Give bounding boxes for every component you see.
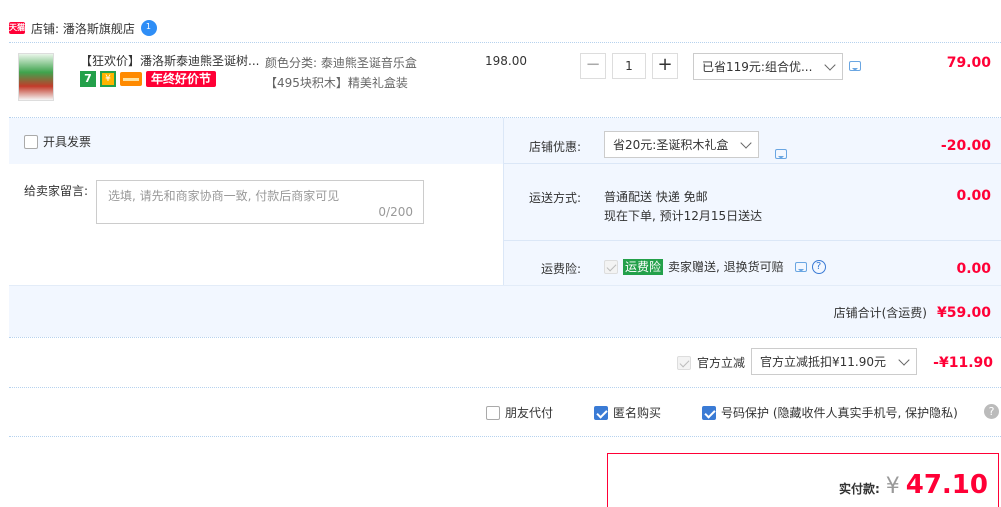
message-icon[interactable] <box>849 61 861 71</box>
store-discount-label: 店铺优惠: <box>529 140 582 154</box>
shipping-method: 普通配送 快递 免邮 <box>604 190 708 204</box>
invoice-checkbox[interactable] <box>24 134 38 149</box>
store-total-amount: ¥59.00 <box>936 305 991 321</box>
payment-label: 实付款: <box>838 482 880 496</box>
festival-badge: 年终好价节 <box>146 71 217 87</box>
increase-button[interactable]: + <box>652 53 678 79</box>
product-title-link[interactable]: 【狂欢价】潘洛斯泰迪熊圣诞树... <box>80 53 260 69</box>
number-protect-checkbox[interactable] <box>702 405 716 420</box>
shipping-amount: 0.00 <box>956 188 991 204</box>
divider <box>9 436 1001 437</box>
help-icon[interactable]: ? <box>984 404 999 419</box>
product-sku: 颜色分类: 泰迪熊圣诞音乐盒【495块积木】精美礼盒装 <box>265 56 417 90</box>
unit-price: 198.00 <box>485 54 527 68</box>
quantity-stepper: − 1 + <box>580 53 678 79</box>
message-placeholder: 选填, 请先和商家协商一致, 付款后商家可见 <box>108 189 340 203</box>
store-discount-select[interactable]: 省20元:圣诞积木礼盒 <box>604 131 759 158</box>
message-icon[interactable] <box>794 261 807 272</box>
anonymous-option[interactable]: 匿名购买 <box>594 404 661 421</box>
friend-pay-label: 朋友代付 <box>505 406 554 420</box>
shipping-eta: 现在下单, 预计12月15日送达 <box>604 209 763 223</box>
item-total: 79.00 <box>946 55 991 71</box>
insurance-amount: 0.00 <box>956 261 991 277</box>
divider <box>9 285 1001 286</box>
store-total: 店铺合计(含运费) ¥59.00 <box>834 304 991 321</box>
chevron-down-icon <box>824 58 836 71</box>
chevron-down-icon <box>898 353 910 366</box>
anonymous-label: 匿名购买 <box>613 406 662 420</box>
insurance-checkbox <box>604 259 618 274</box>
divider <box>504 240 1001 241</box>
product-thumbnail[interactable] <box>18 53 54 101</box>
store-header: 天猫 店铺: 潘洛斯旗舰店 1 <box>9 18 157 38</box>
store-total-label: 店铺合计(含运费) <box>833 306 927 320</box>
payment-summary: 实付款: ¥ 47.10 <box>607 453 999 507</box>
insurance-text: 卖家赠送, 退换货可赔 <box>668 260 784 274</box>
product-tags: 7 ¥ 年终好价节 <box>80 71 217 87</box>
shipping-info: 普通配送 快递 免邮 现在下单, 预计12月15日送达 <box>604 188 762 226</box>
official-discount-label: 官方立减 <box>697 356 746 370</box>
card-icon <box>120 72 142 86</box>
decrease-button[interactable]: − <box>580 53 606 79</box>
service-icon: ¥ <box>100 71 116 87</box>
divider <box>504 163 1001 164</box>
divider <box>503 118 504 285</box>
store-discount-value: 省20元:圣诞积木礼盒 <box>613 138 729 152</box>
divider <box>9 42 1001 43</box>
insurance-option: 运费险 卖家赠送, 退换货可赔 ? <box>604 258 826 275</box>
message-label: 给卖家留言: <box>24 184 89 198</box>
number-protect-label: 号码保护 (隐藏收件人真实手机号, 保护隐私) <box>721 406 958 420</box>
seven-day-return-icon: 7 <box>80 71 96 87</box>
divider <box>9 387 1001 388</box>
item-promo-value: 已省119元:组合优... <box>702 60 813 74</box>
official-discount-option: 官方立减 <box>677 354 745 371</box>
chat-icon[interactable]: 1 <box>140 20 157 36</box>
official-discount-select[interactable]: 官方立减抵扣¥11.90元 <box>751 348 917 375</box>
official-discount-checkbox <box>677 355 691 370</box>
payment-total: 实付款: ¥ 47.10 <box>839 470 988 500</box>
invoice-label: 开具发票 <box>43 135 92 149</box>
message-icon[interactable] <box>775 149 787 159</box>
official-discount-amount: -¥11.90 <box>933 355 993 371</box>
quantity-input[interactable]: 1 <box>612 53 646 79</box>
official-discount-value: 官方立减抵扣¥11.90元 <box>760 355 886 369</box>
invoice-option[interactable]: 开具发票 <box>24 133 91 150</box>
insurance-label: 运费险: <box>541 262 582 276</box>
number-protect-option[interactable]: 号码保护 (隐藏收件人真实手机号, 保护隐私) <box>702 404 958 421</box>
shipping-label: 运送方式: <box>529 191 582 205</box>
friend-pay-option[interactable]: 朋友代付 <box>486 404 553 421</box>
item-promo-select[interactable]: 已省119元:组合优... <box>693 53 843 80</box>
tmall-logo-icon: 天猫 <box>9 22 25 34</box>
store-name-link[interactable]: 店铺: 潘洛斯旗舰店 <box>31 20 135 37</box>
store-discount-amount: -20.00 <box>940 138 991 154</box>
chevron-down-icon <box>740 136 752 149</box>
message-counter: 0/200 <box>378 205 413 219</box>
message-textarea[interactable]: 选填, 请先和商家协商一致, 付款后商家可见 0/200 <box>96 180 424 224</box>
payment-currency: ¥ <box>885 474 900 499</box>
help-icon[interactable]: ? <box>811 259 826 274</box>
payment-amount: 47.10 <box>905 470 988 500</box>
anonymous-checkbox[interactable] <box>594 405 608 420</box>
friend-pay-checkbox[interactable] <box>486 405 500 420</box>
insurance-badge: 运费险 <box>623 258 664 275</box>
divider <box>9 337 1001 338</box>
